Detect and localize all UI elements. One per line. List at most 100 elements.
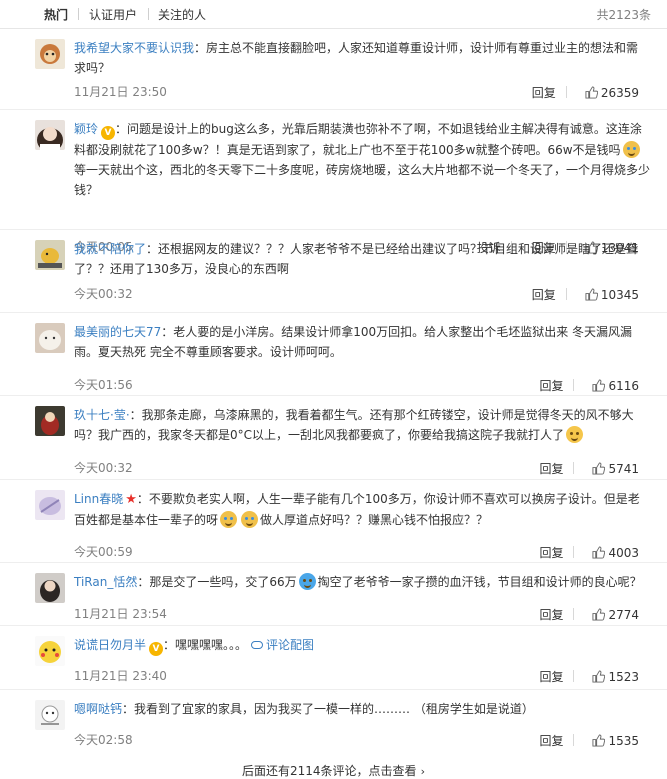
like-button[interactable]: 6116	[592, 379, 639, 393]
comment-actions: 回复 10345	[512, 286, 639, 303]
comment-time: 今天00:32	[74, 287, 133, 301]
smirk-emoji-icon	[566, 426, 584, 443]
action-divider	[573, 379, 575, 391]
like-button[interactable]: 10345	[585, 288, 639, 302]
like-button[interactable]: 26359	[585, 86, 639, 100]
username-link[interactable]: 嗯啊哒钙	[74, 702, 122, 716]
comment-image-link[interactable]: 评论配图	[251, 638, 314, 652]
like-button[interactable]: 4003	[592, 546, 639, 560]
like-button[interactable]: 1535	[592, 734, 639, 748]
thumbs-up-icon	[592, 462, 606, 475]
action-divider	[565, 288, 567, 300]
tab-verified[interactable]: 认证用户	[89, 6, 137, 23]
avatar[interactable]	[35, 39, 65, 69]
username-link[interactable]: 我希望大家不要认识我	[74, 41, 194, 55]
avatar[interactable]	[35, 120, 65, 150]
comment-content: 最美丽的七天77：老人要的是小洋房。结果设计师拿100万回扣。给人家整出个毛坯监…	[74, 322, 650, 362]
reply-button[interactable]: 回复	[532, 84, 556, 101]
like-count: 4003	[608, 546, 639, 560]
tab-divider	[78, 8, 79, 20]
avatar[interactable]	[35, 240, 65, 270]
comment-content: 嗯啊哒钙：我看到了宜家的家具，因为我买了一模一样的……… （租房学生如是说道）	[74, 699, 650, 719]
username-link[interactable]: 最美丽的七天77	[74, 325, 161, 339]
reply-button[interactable]: 回复	[539, 460, 563, 477]
comment-item: 嗯啊哒钙：我看到了宜家的家具，因为我买了一模一样的……… （租房学生如是说道） …	[0, 690, 667, 754]
username-link[interactable]: 说谎日勿月半	[74, 638, 146, 652]
thumbs-up-icon	[585, 288, 598, 301]
comment-content: 玖十七·莹·：我那条走廊，乌漆麻黑的，我看着都生气。还有那个红砖镂空，设计师是觉…	[74, 405, 650, 445]
action-divider	[565, 86, 567, 98]
tab-following[interactable]: 关注的人	[158, 6, 206, 23]
comment-actions: 回复 4003	[519, 544, 639, 561]
like-count: 2774	[608, 608, 639, 622]
star-badge-icon: ★	[125, 492, 137, 507]
thumbs-up-icon	[585, 86, 598, 99]
comment-item: 说谎日勿月半 V ：嘿嘿嘿嘿。。。 评论配图 11月21日 23:40 回复 1523	[0, 626, 667, 690]
comment-text: ：问题是设计上的bug这么多，光靠后期装潢也弥补不了啊，不如退钱给业主解决得有诚…	[74, 122, 642, 157]
comment-item: Linn春晓 ★：不要欺负老实人啊，人生一辈子能有几个100多万，你设计师不喜欢可…	[0, 480, 667, 563]
avatar[interactable]	[35, 323, 65, 353]
thumbs-up-icon	[592, 734, 606, 747]
comment-actions: 回复 5741	[519, 460, 639, 477]
avatar[interactable]	[35, 573, 65, 603]
comment-text: ：我看到了宜家的家具，因为我买了一模一样的……… （租房学生如是说道）	[122, 702, 534, 716]
comment-time: 今天01:56	[74, 378, 133, 392]
avatar[interactable]	[35, 490, 65, 520]
avatar[interactable]	[35, 636, 65, 666]
action-divider	[573, 608, 575, 620]
comment-actions: 回复 1523	[519, 668, 639, 685]
reply-button[interactable]: 回复	[539, 668, 563, 685]
comment-content: TiRan_恬然：那是交了一些吗，交了66万 掏空了老爷爷一家子攒的血汗钱，节目组…	[74, 572, 650, 592]
comment-text: ：那是交了一些吗，交了66万	[137, 575, 297, 589]
username-link[interactable]: Linn春晓	[74, 492, 123, 506]
comment-item: TiRan_恬然：那是交了一些吗，交了66万 掏空了老爷爷一家子攒的血汗钱，节目组…	[0, 563, 667, 626]
reply-button[interactable]: 回复	[532, 286, 556, 303]
crying-emoji-icon	[241, 511, 259, 528]
tab-hot[interactable]: 热门	[44, 6, 68, 23]
comment-time: 今天02:58	[74, 733, 133, 747]
username-link[interactable]: 颖玲	[74, 122, 98, 136]
comment-text-continued: 做人厚道点好吗？？赚黑心钱不怕报应？？	[260, 513, 489, 527]
action-divider	[573, 670, 575, 682]
comment-time: 今天00:32	[74, 461, 133, 475]
thumbs-up-icon	[592, 608, 606, 621]
comment-content: 说谎日勿月半 V ：嘿嘿嘿嘿。。。 评论配图	[74, 635, 650, 656]
comment-actions: 回复 2774	[519, 606, 639, 623]
like-button[interactable]: 2774	[592, 608, 639, 622]
avatar[interactable]	[35, 406, 65, 436]
comment-item: 我就不陪你了：还根据网友的建议？？？人家老爷爷不是已经给出建议了吗？节目组和设计…	[0, 230, 667, 313]
verified-badge-icon: V	[149, 642, 164, 656]
like-button[interactable]: 5741	[592, 462, 639, 476]
comment-actions: 回复 1535	[519, 732, 639, 749]
comment-text-continued: 掏空了老爷爷一家子攒的血汗钱，节目组和设计师的良心呢？	[317, 575, 642, 589]
like-count: 10345	[600, 288, 639, 302]
avatar[interactable]	[35, 700, 65, 730]
thumbs-up-icon	[592, 546, 606, 559]
reply-button[interactable]: 回复	[539, 377, 563, 394]
comment-content: 我就不陪你了：还根据网友的建议？？？人家老爷爷不是已经给出建议了吗？节目组和设计…	[74, 239, 650, 279]
load-more-comments-link[interactable]: 后面还有2114条评论，点击查看 ›	[0, 762, 667, 779]
thumbs-up-icon	[592, 379, 606, 392]
comment-actions: 回复 26359	[512, 84, 639, 101]
load-more-label: 后面还有2114条评论，点击查看	[242, 764, 417, 778]
action-divider	[573, 462, 575, 474]
like-button[interactable]: 1523	[592, 670, 639, 684]
comment-item: 颖玲 V ：问题是设计上的bug这么多，光靠后期装潢也弥补不了啊，不如退钱给业主解决…	[0, 110, 667, 255]
comment-time: 11月21日 23:50	[74, 85, 167, 99]
reply-button[interactable]: 回复	[539, 544, 563, 561]
comment-content: 颖玲 V ：问题是设计上的bug这么多，光靠后期装潢也弥补不了啊，不如退钱给业主解决…	[74, 119, 650, 200]
tab-divider	[148, 8, 149, 20]
verified-badge-icon: V	[101, 126, 116, 140]
sweat-emoji-icon	[298, 573, 316, 590]
comment-actions: 回复 6116	[519, 377, 639, 394]
reply-button[interactable]: 回复	[539, 606, 563, 623]
crying-emoji-icon	[622, 141, 640, 158]
thumbs-up-icon	[592, 670, 606, 683]
username-link[interactable]: 玖十七·莹·	[74, 408, 130, 422]
comment-time: 11月21日 23:40	[74, 669, 167, 683]
comment-content: Linn春晓 ★：不要欺负老实人啊，人生一辈子能有几个100多万，你设计师不喜欢可…	[74, 489, 650, 530]
comment-text: ：还根据网友的建议？？？人家老爷爷不是已经给出建议了吗？节目组和设计师是瞎了还是…	[74, 242, 639, 276]
username-link[interactable]: 我就不陪你了	[74, 242, 146, 256]
username-link[interactable]: TiRan_恬然	[74, 575, 137, 589]
reply-button[interactable]: 回复	[539, 732, 563, 749]
